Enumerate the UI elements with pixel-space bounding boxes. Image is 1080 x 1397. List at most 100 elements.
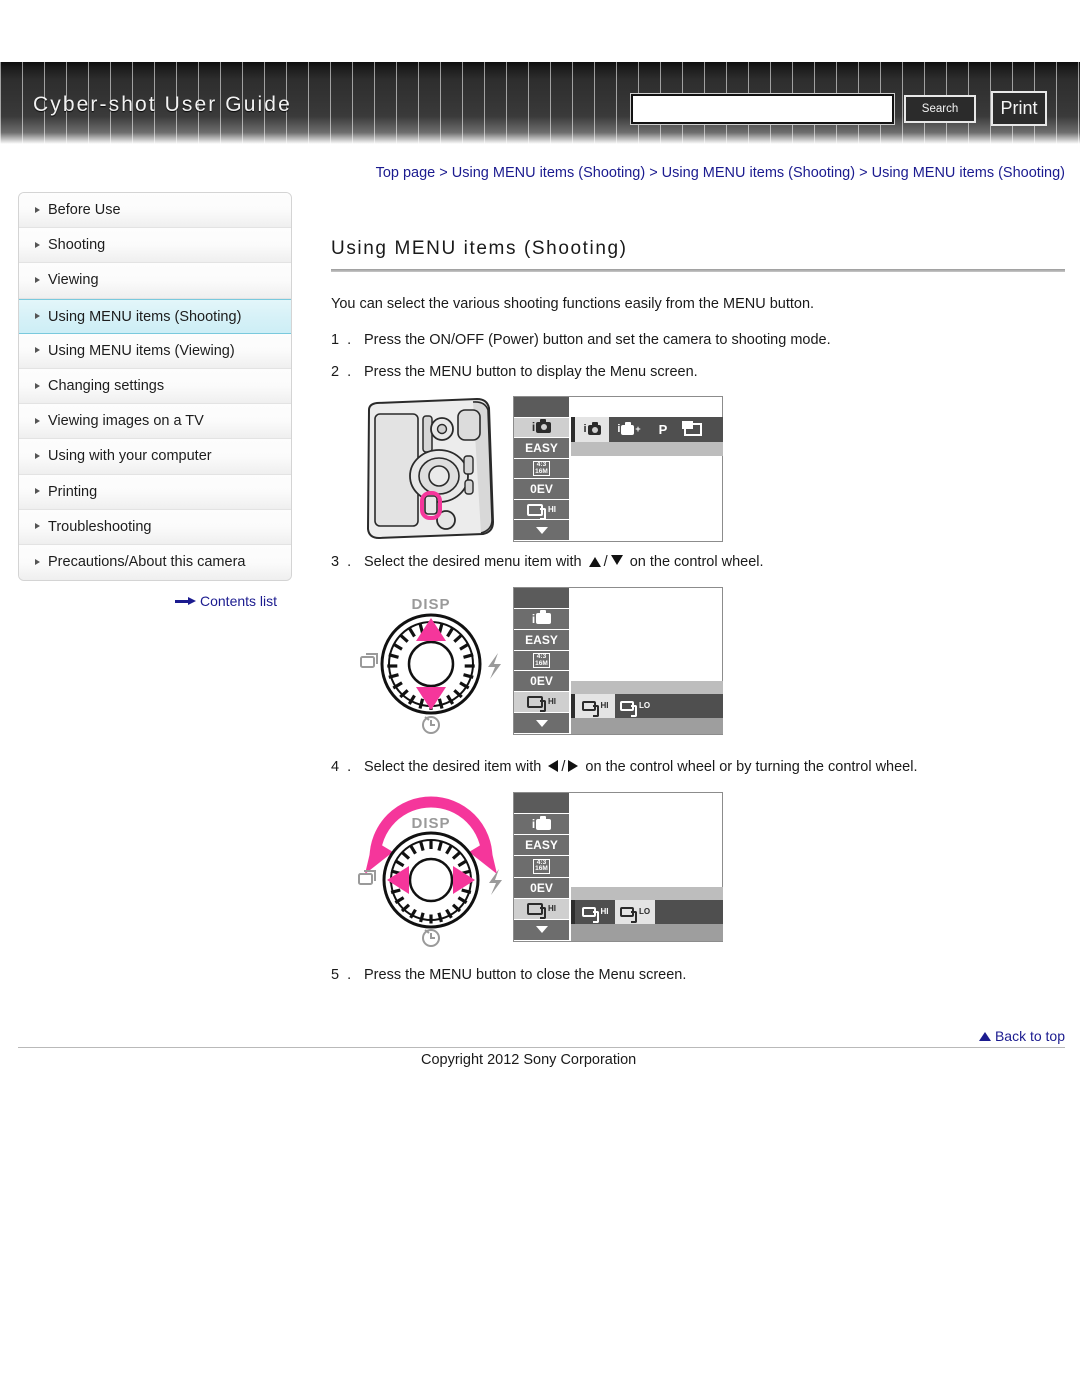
sidebar-item-label: Printing — [48, 483, 98, 500]
sidebar-item-viewing[interactable]: Viewing — [19, 263, 291, 299]
lcd-option-row: HI LO — [571, 694, 723, 718]
sidebar-item-viewing-images-on-a-tv[interactable]: Viewing images on a TV — [19, 404, 291, 440]
lcd-option-burst-hi[interactable]: HI — [575, 694, 615, 718]
figure-camera-menu: i EASY 4:3 16M 0EV HI i i + P — [353, 394, 1065, 544]
step-5-number: 5 . — [331, 967, 354, 983]
bullet-icon — [35, 417, 40, 424]
sweep-panorama-icon — [682, 421, 702, 436]
lcd-cell-easy[interactable]: EASY — [514, 835, 569, 857]
lcd-cell-more[interactable] — [514, 520, 569, 542]
lcd-cell-intelligent-auto[interactable]: i — [514, 417, 569, 439]
lcd-mode-row: i i + P — [571, 417, 723, 442]
main-content: Using MENU items (Shooting) You can sele… — [331, 238, 1065, 997]
bullet-icon — [35, 347, 40, 354]
bullet-icon — [35, 206, 40, 213]
lcd-option-sweep-panorama[interactable] — [677, 417, 709, 442]
step-4-number: 4 . — [331, 759, 354, 775]
lcd-cell-blank-top — [514, 397, 569, 418]
step-4-text-after: on the control wheel or by turning the c… — [585, 759, 918, 775]
aspect-ratio-icon: 4:3 16M — [533, 461, 550, 477]
lcd-cell-easy[interactable]: EASY — [514, 630, 569, 651]
sidebar-item-changing-settings[interactable]: Changing settings — [19, 368, 291, 405]
bullet-icon — [35, 382, 40, 389]
lcd-cell-burst-hi[interactable]: HI — [514, 692, 569, 714]
sidebar-item-using-menu-items-shooting[interactable]: Using MENU items (Shooting) — [19, 298, 291, 334]
lcd-menu-screen: i EASY 4:3 16M 0EV HI i i + P — [513, 396, 723, 542]
bullet-icon — [35, 241, 40, 248]
sidebar-item-troubleshooting[interactable]: Troubleshooting — [19, 509, 291, 545]
lcd-option-program-auto[interactable]: P — [649, 417, 677, 442]
step-3-text-after: on the control wheel. — [629, 554, 764, 570]
aspect-ratio-icon: 4:3 16M — [533, 858, 550, 874]
lcd-cell-burst-hi[interactable]: HI — [514, 500, 569, 521]
lcd-option-intelligent-auto[interactable]: i — [575, 417, 609, 442]
bullet-icon — [35, 488, 40, 495]
breadcrumb[interactable]: Top page > Using MENU items (Shooting) >… — [330, 162, 1065, 185]
i-camera-icon: i — [532, 610, 552, 625]
contents-list-label: Contents list — [200, 593, 278, 609]
i-camera-plus-icon: i + — [617, 421, 641, 435]
lcd-option-burst-lo[interactable]: LO — [615, 900, 655, 924]
sidebar-item-before-use[interactable]: Before Use — [19, 193, 291, 229]
burst-icon — [358, 870, 376, 885]
sidebar-item-printing[interactable]: Printing — [19, 474, 291, 510]
lcd-cell-image-size[interactable]: 4:3 16M — [514, 651, 569, 672]
sidebar-item-using-menu-items-viewing[interactable]: Using MENU items (Viewing) — [19, 333, 291, 369]
sidebar-item-label: Using MENU items (Shooting) — [48, 308, 242, 325]
lcd-menu-screen-horizontal: i EASY 4:3 16M 0EV HI HI LO — [513, 792, 723, 942]
copyright-text: Copyright 2012 Sony Corporation — [421, 1052, 637, 1068]
burst-icon — [360, 653, 378, 668]
bullet-icon — [35, 276, 40, 283]
burst-lo-icon: LO — [619, 701, 650, 717]
print-button[interactable]: Print — [991, 91, 1047, 126]
sidebar-item-using-with-your-computer[interactable]: Using with your computer — [19, 439, 291, 475]
sidebar-nav: Before Use Shooting Viewing Using MENU i… — [18, 192, 292, 582]
search-button[interactable]: Search — [904, 95, 976, 123]
chevron-down-icon — [535, 926, 548, 934]
back-to-top-label: Back to top — [994, 1028, 1065, 1044]
lcd-cell-blank-top — [514, 588, 569, 609]
arrow-right-icon — [568, 760, 579, 772]
footer-divider — [18, 1047, 1065, 1048]
i-camera-icon: i — [532, 815, 552, 830]
arrow-up-icon — [978, 1032, 991, 1041]
lcd-cell-more[interactable] — [514, 713, 569, 735]
chevron-down-icon — [535, 719, 548, 727]
sidebar-item-label: Changing settings — [48, 377, 165, 394]
lcd-bottom-strip — [571, 924, 723, 941]
i-camera-icon: i — [532, 418, 552, 433]
back-to-top-link[interactable]: Back to top — [860, 1028, 1065, 1044]
search-input[interactable] — [630, 93, 895, 125]
burst-hi-icon: HI — [581, 701, 609, 717]
lcd-cell-intelligent-auto[interactable]: i — [514, 609, 569, 630]
lcd-option-burst-lo[interactable]: LO — [615, 694, 655, 718]
sidebar-item-shooting[interactable]: Shooting — [19, 228, 291, 264]
sidebar-item-label: Before Use — [48, 202, 121, 218]
title-divider — [331, 269, 1065, 272]
step-2-number: 2 . — [331, 364, 354, 380]
sidebar-item-label: Using with your computer — [48, 448, 212, 465]
contents-list-link[interactable]: Contents list — [175, 593, 277, 609]
step-1: 1 . Press the ON/OFF (Power) button and … — [331, 330, 1065, 351]
lcd-cell-exposure[interactable]: 0EV — [514, 479, 569, 500]
lcd-cell-exposure[interactable]: 0EV — [514, 878, 569, 899]
step-4-text-before: Select the desired item with — [364, 759, 542, 775]
lcd-cell-easy[interactable]: EASY — [514, 438, 569, 459]
lcd-option-superior-auto[interactable]: i + — [609, 417, 649, 442]
aspect-ratio-icon: 4:3 16M — [533, 653, 550, 668]
lcd-cell-intelligent-auto[interactable]: i — [514, 814, 569, 836]
lcd-cell-exposure[interactable]: 0EV — [514, 671, 569, 693]
lcd-cell-image-size[interactable]: 4:3 16M — [514, 856, 569, 878]
lcd-option-burst-hi[interactable]: HI — [575, 900, 615, 924]
intro-text: You can select the various shooting func… — [331, 296, 815, 312]
step-2: 2 . Press the MENU button to display the… — [331, 362, 1065, 383]
arrow-left-icon — [548, 760, 559, 772]
lcd-cell-more[interactable] — [514, 920, 569, 941]
sidebar-item-precautions-about-this-camera[interactable]: Precautions/About this camera — [19, 544, 291, 581]
arrow-up-icon — [588, 557, 601, 567]
lcd-option-row: HI LO — [571, 900, 723, 924]
lcd-cell-burst-hi[interactable]: HI — [514, 898, 569, 920]
lcd-cell-image-size[interactable]: 4:3 16M — [514, 459, 569, 480]
lcd-menu-column: i EASY 4:3 16M 0EV HI — [514, 793, 569, 941]
bullet-icon — [35, 558, 40, 565]
